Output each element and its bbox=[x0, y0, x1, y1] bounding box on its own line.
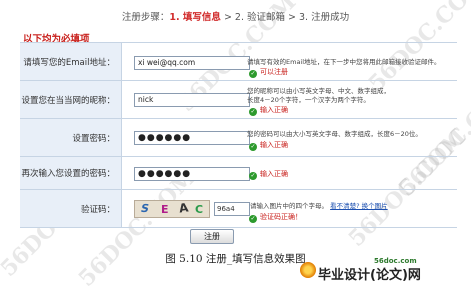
captcha-image[interactable]: S E A C bbox=[134, 200, 210, 218]
register-button[interactable]: 注册 bbox=[190, 229, 234, 244]
steps-prefix: 注册步骤： bbox=[121, 12, 170, 23]
step-success: 3. 注册成功 bbox=[299, 12, 350, 23]
captcha-row: 验证码： S E A C 96a4 请输入图片中的四个字母。 看不清楚? 换个图… bbox=[20, 190, 457, 228]
registration-steps: 注册步骤：1. 填写信息 > 2. 验证邮箱 > 3. 注册成功 bbox=[0, 9, 471, 23]
captcha-status: ✓ 验证码正确！ bbox=[249, 213, 302, 223]
confirm-password-field[interactable]: ●●●●●● bbox=[134, 167, 250, 181]
brand-name: 毕业设计(论文)网 bbox=[318, 268, 421, 283]
password-row: 设置密码： ●●●●●● 您的密码可以由大小写英文字母、数字组成，长度6－20位… bbox=[20, 119, 457, 157]
registration-form: 请填写您的Email地址： xi wei@qq.com 请填写有效的Email地… bbox=[20, 42, 457, 228]
captcha-field[interactable]: 96a4 bbox=[214, 202, 250, 216]
confirm-password-status: ✓ 输入正确 bbox=[249, 170, 288, 180]
password-status: ✓ 输入正确 bbox=[249, 141, 288, 151]
email-row: 请填写您的Email地址： xi wei@qq.com 请填写有效的Email地… bbox=[20, 43, 457, 81]
check-icon: ✓ bbox=[249, 143, 257, 151]
email-field[interactable]: xi wei@qq.com bbox=[134, 56, 250, 70]
refresh-captcha-link[interactable]: 看不清楚? 换个图片 bbox=[330, 202, 388, 210]
password-label: 设置密码： bbox=[72, 133, 115, 144]
nickname-hint: 您的昵称可以由小写英文字母、中文、数字组成， 长度4－20个字符，一个汉字为两个… bbox=[247, 87, 390, 104]
check-icon: ✓ bbox=[249, 108, 257, 116]
nickname-status: ✓ 输入正确 bbox=[249, 106, 288, 116]
check-icon: ✓ bbox=[249, 70, 257, 78]
password-hint: 您的密码可以由大小写英文字母、数字组成，长度6－20位。 bbox=[247, 130, 422, 138]
nickname-label: 设置您在当当网的昵称： bbox=[21, 95, 115, 106]
check-icon: ✓ bbox=[249, 215, 257, 223]
email-label: 请填写您的Email地址： bbox=[23, 57, 115, 68]
step-separator: > bbox=[285, 12, 300, 23]
nickname-row: 设置您在当当网的昵称： nick 您的昵称可以由小写英文字母、中文、数字组成， … bbox=[20, 81, 457, 119]
email-status: ✓ 可以注册 bbox=[249, 68, 288, 78]
step-separator: > bbox=[220, 12, 235, 23]
check-icon: ✓ bbox=[249, 172, 257, 180]
captcha-hint: 请输入图片中的四个字母。 看不清楚? 换个图片 bbox=[250, 202, 388, 210]
nickname-field[interactable]: nick bbox=[134, 93, 250, 107]
captcha-label: 验证码： bbox=[80, 204, 115, 215]
confirm-password-label: 再次输入您设置的密码： bbox=[21, 169, 115, 179]
step-fill-info: 1. 填写信息 bbox=[169, 12, 221, 23]
email-hint: 请填写有效的Email地址，在下一步中您将用此邮箱接收验证邮件。 bbox=[247, 58, 441, 66]
confirm-password-row: 再次输入您设置的密码： ●●●●●● ✓ 输入正确 bbox=[20, 157, 457, 190]
password-field[interactable]: ●●●●●● bbox=[134, 131, 250, 145]
step-verify-email: 2. 验证邮箱 bbox=[234, 12, 286, 23]
site-logo-icon bbox=[300, 262, 316, 278]
